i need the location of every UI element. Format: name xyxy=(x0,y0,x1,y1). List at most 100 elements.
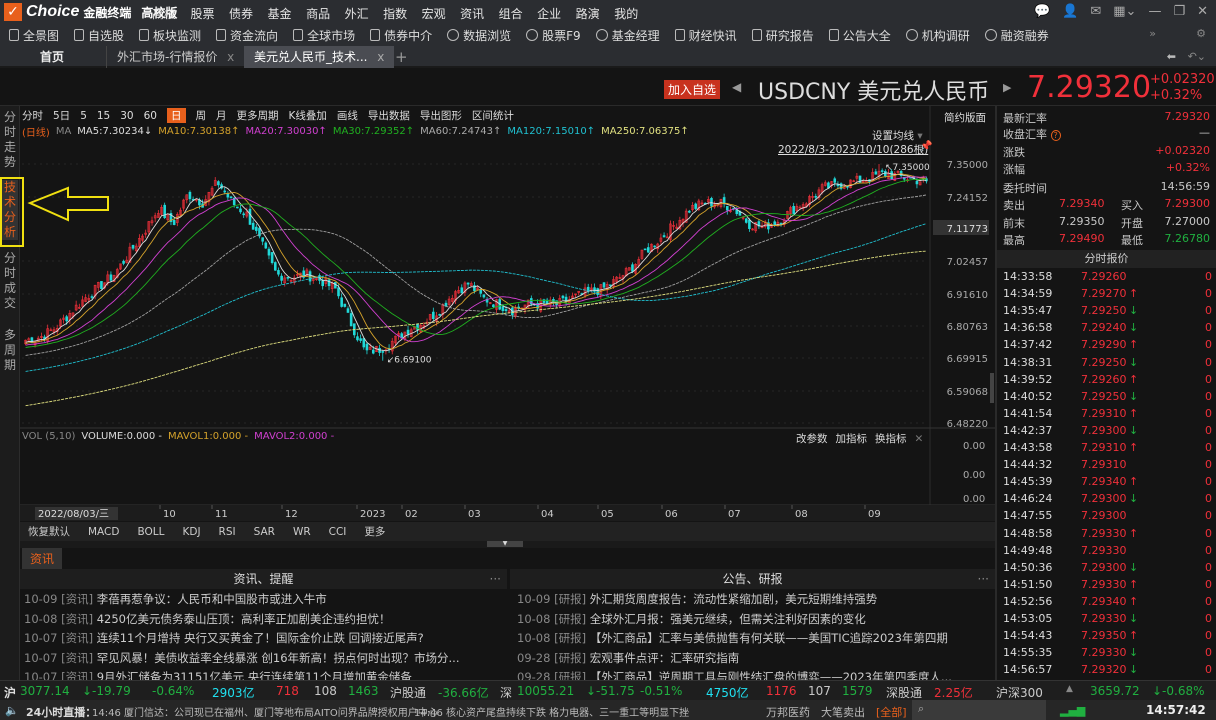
tab-fx-market[interactable]: 外汇市场-行情报价 x xyxy=(106,46,244,68)
draw-line-button[interactable]: 画线 xyxy=(337,108,358,123)
period-button[interactable]: 月 xyxy=(216,108,227,123)
menu-item[interactable]: 高校 xyxy=(152,5,176,22)
period-button[interactable]: 日 xyxy=(167,108,186,123)
set-ma-button[interactable]: 设置均线 ▾ xyxy=(872,128,923,143)
date-range[interactable]: 2022/8/3-2023/10/10(286根) xyxy=(778,142,928,157)
chat-icon[interactable]: 💬 xyxy=(1034,4,1050,19)
period-button[interactable]: 5 xyxy=(80,110,87,122)
more-periods-dropdown[interactable]: 更多周期 xyxy=(237,108,279,123)
all-news-link[interactable]: [全部] xyxy=(876,704,907,720)
sz-index[interactable]: 10055.21 xyxy=(517,684,574,698)
tab-home[interactable]: 首页 xyxy=(30,46,100,68)
menu-item[interactable]: 商品 xyxy=(306,5,330,22)
indicator-tab[interactable]: CCI xyxy=(329,526,347,538)
undo-icon[interactable]: ↶⌄ xyxy=(1188,50,1206,63)
more-chevron-icon[interactable]: » xyxy=(1149,27,1156,40)
ticker-news[interactable]: 14:46 核心资产尾盘持续下跌 格力电器、三一重工等明显下挫 xyxy=(414,704,689,719)
close-tab-icon[interactable]: x xyxy=(227,50,234,64)
news-item[interactable]: 09-28 [研报] 宏观事件点评：汇率研究指南 xyxy=(517,650,995,666)
toolbar-item[interactable]: 债券中介 xyxy=(370,27,432,44)
indicator-tab[interactable]: 更多 xyxy=(364,524,385,539)
period-button[interactable]: 周 xyxy=(196,108,207,123)
news-item[interactable]: 10-07 [资讯] 罕见风暴！美债收益率全线暴涨 创16年新高！拐点何时出现？… xyxy=(24,650,502,666)
toolbar-item[interactable]: 财经快讯 xyxy=(674,27,737,44)
menu-item[interactable]: 路演 xyxy=(576,5,600,22)
menu-item[interactable]: 企业 xyxy=(537,5,561,22)
add-indicator-button[interactable]: 加指标 xyxy=(836,431,868,446)
period-button[interactable]: 15 xyxy=(97,110,110,122)
edit-params-button[interactable]: 改参数 xyxy=(796,431,828,446)
kline-overlay-dropdown[interactable]: K线叠加 xyxy=(289,108,327,123)
menu-item[interactable]: 外汇 xyxy=(345,5,369,22)
news-item[interactable]: 10-09 [研报] 外汇期货周度报告：流动性紧缩加剧，美元短期维持强势 xyxy=(517,591,995,607)
period-button[interactable]: 30 xyxy=(120,110,133,122)
minimize-icon[interactable]: — xyxy=(1148,4,1161,19)
toolbar-item[interactable]: 板块监测 xyxy=(139,27,201,44)
period-button[interactable]: 60 xyxy=(144,110,157,122)
pin-icon[interactable]: 📌 xyxy=(920,141,932,152)
period-button[interactable]: 5日 xyxy=(53,108,70,123)
news-item[interactable]: 10-07 [资讯] 连续11个月增持 央行又买黄金了！国际金价止跌 回调接近尾… xyxy=(24,630,502,646)
indicator-tab[interactable]: MACD xyxy=(88,526,119,538)
indicator-tab[interactable]: RSI xyxy=(219,526,236,538)
menu-item[interactable]: 宏观 xyxy=(422,5,446,22)
menu-item[interactable]: 股票 xyxy=(191,5,215,22)
help-icon[interactable]: ? xyxy=(1050,130,1061,141)
settings-gear-icon[interactable]: ⚙ xyxy=(1196,27,1206,40)
view-nav-item[interactable]: 分时走势 xyxy=(2,110,18,170)
news-item[interactable]: 10-08 [研报] 全球外汇月报：强美元继续，但需关注利好因素的变化 xyxy=(517,611,995,627)
indicator-tab[interactable]: BOLL xyxy=(137,526,164,538)
switch-indicator-button[interactable]: 换指标 xyxy=(875,431,907,446)
news-item[interactable]: 10-09 [资讯] 李蓓再惹争议：人民币和中国股市或进入牛市 xyxy=(24,591,502,607)
tab-usdcny[interactable]: 美元兑人民币_技术... x xyxy=(244,46,395,68)
toolbar-item[interactable]: 机构调研 xyxy=(905,27,970,44)
indicator-tab[interactable]: KDJ xyxy=(182,526,200,538)
export-data-button[interactable]: 导出数据 xyxy=(368,108,410,123)
more-icon[interactable]: ··· xyxy=(490,569,501,589)
collapse-handle-icon[interactable]: ▼ xyxy=(487,541,523,547)
add-tab-button[interactable]: + xyxy=(385,46,418,68)
toolbar-item[interactable]: 基金经理 xyxy=(595,27,660,44)
range-stats-button[interactable]: 区间统计 xyxy=(472,108,514,123)
simple-layout-button[interactable]: 简约版面 xyxy=(944,110,986,125)
ticker-stock[interactable]: 万邦医药 xyxy=(766,704,810,720)
toolbar-item[interactable]: 资金流向 xyxy=(216,27,278,44)
news-item[interactable]: 10-08 [资讯] 4250亿美元债务泰山压顶：高利率正加剧美企违约担忧！ xyxy=(24,611,502,627)
mail-icon[interactable]: ✉ xyxy=(1090,4,1101,19)
ticker-news[interactable]: 14:46 厦门信达：公司现已在福州、厦门等地布局AITO问界品牌授权用户中心 xyxy=(92,704,438,719)
toolbar-item[interactable]: 全球市场 xyxy=(293,27,355,44)
restore-icon[interactable]: ❐ xyxy=(1173,4,1185,19)
prev-symbol-icon[interactable]: ◀ xyxy=(732,80,741,94)
user-icon[interactable]: 👤 xyxy=(1062,4,1078,19)
menu-item[interactable]: 组合 xyxy=(499,5,523,22)
indicator-tab[interactable]: SAR xyxy=(254,526,275,538)
sh-index[interactable]: 3077.14 xyxy=(20,684,70,698)
grid-icon[interactable]: ▦⌄ xyxy=(1113,4,1136,19)
export-image-button[interactable]: 导出图形 xyxy=(420,108,462,123)
toolbar-item[interactable]: 自选股 xyxy=(74,27,124,44)
more-icon[interactable]: ··· xyxy=(978,569,989,589)
toolbar-item[interactable]: 融资融券 xyxy=(984,27,1049,44)
toolbar-item[interactable]: 股票F9 xyxy=(526,27,581,44)
news-item[interactable]: 10-08 [研报] 【外汇商品】汇率与美债抛售有何关联——美国TIC追踪202… xyxy=(517,630,995,646)
news-tab[interactable]: 资讯 xyxy=(22,548,63,569)
menu-item[interactable]: 资讯 xyxy=(460,5,484,22)
menu-item[interactable]: 基金 xyxy=(268,5,292,22)
toolbar-item[interactable]: 公告大全 xyxy=(828,27,891,44)
close-icon[interactable]: ✕ xyxy=(1197,4,1208,19)
kline-chart[interactable]: 7.35000 7.24152 7.11773 7.02457 6.91610 6.807… xyxy=(20,106,995,546)
search-input[interactable]: ⌕ xyxy=(912,700,1046,720)
close-tab-icon[interactable]: x xyxy=(377,50,384,64)
speaker-icon[interactable]: 🔈 xyxy=(5,704,19,717)
axis-scrollbar[interactable] xyxy=(990,373,994,403)
view-nav-item[interactable]: 分时成交 xyxy=(2,251,18,311)
indicator-tab[interactable]: WR xyxy=(293,526,311,538)
toolbar-item[interactable]: 数据浏览 xyxy=(447,27,511,44)
indicator-tab[interactable]: 恢复默认 xyxy=(28,524,70,539)
menu-item[interactable]: 指数 xyxy=(383,5,407,22)
view-nav-item[interactable]: 多周期 xyxy=(2,328,18,373)
menu-item[interactable]: 债券 xyxy=(229,5,253,22)
back-arrow-icon[interactable]: ⬅ xyxy=(1167,50,1176,63)
close-indicator-icon[interactable]: ✕ xyxy=(915,433,924,445)
panel-splitter[interactable]: ▼ xyxy=(20,541,995,548)
